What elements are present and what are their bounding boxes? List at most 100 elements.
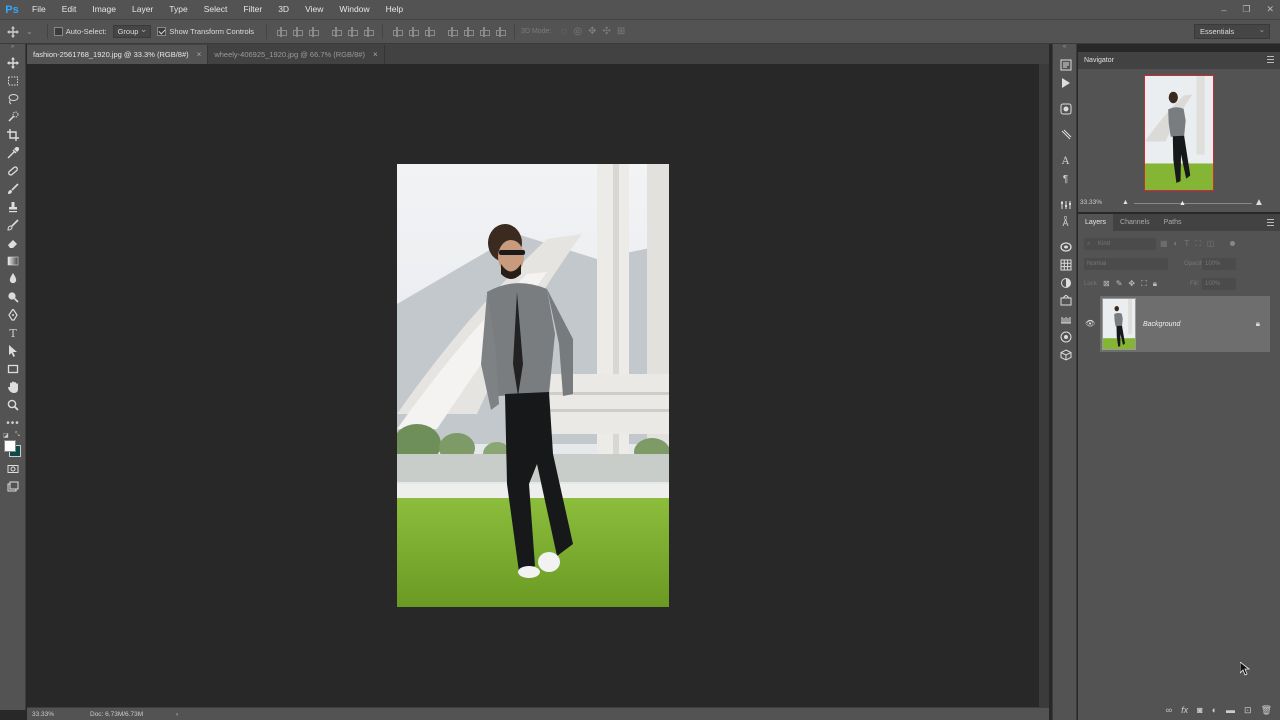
distribute-top-icon[interactable] xyxy=(392,26,404,37)
navigator-title[interactable]: Navigator xyxy=(1084,57,1114,64)
dock-collapse-icon[interactable]: « xyxy=(1053,44,1076,56)
menu-filter[interactable]: Filter xyxy=(235,0,270,19)
adjustments-panel-icon[interactable] xyxy=(1053,100,1078,118)
menu-window[interactable]: Window xyxy=(331,0,377,19)
blend-mode-dropdown[interactable]: Normal xyxy=(1084,258,1168,270)
tab-fashion[interactable]: fashion-2561768_1920.jpg @ 33.3% (RGB/8#… xyxy=(27,45,209,64)
character-styles-icon[interactable]: Aͦ xyxy=(1053,214,1078,232)
tab-wheely[interactable]: wheely-406925_1920.jpg @ 66.7% (RGB/8#) … xyxy=(208,45,385,64)
brush-tool-icon[interactable] xyxy=(0,180,26,198)
properties-panel-icon[interactable] xyxy=(1053,196,1078,214)
panel-menu-icon[interactable] xyxy=(1267,219,1274,226)
eraser-tool-icon[interactable] xyxy=(0,234,26,252)
distribute-hcenter-icon[interactable] xyxy=(463,26,475,37)
menu-3d[interactable]: 3D xyxy=(270,0,297,19)
menu-image[interactable]: Image xyxy=(84,0,124,19)
eyedropper-tool-icon[interactable] xyxy=(0,144,26,162)
close-icon[interactable]: × xyxy=(373,50,378,59)
paragraph-panel-icon[interactable]: ¶ xyxy=(1053,170,1078,188)
menu-edit[interactable]: Edit xyxy=(54,0,85,19)
move-tool-icon[interactable] xyxy=(0,54,26,72)
history-brush-tool-icon[interactable] xyxy=(0,216,26,234)
new-layer-icon[interactable]: ⊡ xyxy=(1244,705,1252,716)
move-tool-preset-icon[interactable] xyxy=(0,25,26,38)
dodge-tool-icon[interactable] xyxy=(0,288,26,306)
3d-panel-icon[interactable] xyxy=(1053,346,1078,364)
more-tools-icon[interactable]: ••• xyxy=(0,414,26,432)
align-right-icon[interactable] xyxy=(363,26,375,37)
workspace-dropdown[interactable]: Essentials ⌄ xyxy=(1194,24,1270,39)
tab-paths[interactable]: Paths xyxy=(1157,214,1189,231)
zoom-level[interactable]: 33.33% xyxy=(32,711,90,718)
tool-preset-chevron-icon[interactable]: ⌄ xyxy=(26,27,33,36)
brush-settings-icon[interactable] xyxy=(1053,126,1078,144)
swap-colors-icon[interactable]: ⤡ xyxy=(15,432,20,439)
layer-style-icon[interactable]: fx xyxy=(1181,705,1188,716)
glyphs-panel-icon[interactable] xyxy=(1053,328,1078,346)
show-transform-checkbox[interactable] xyxy=(157,27,167,36)
zoom-tool-icon[interactable] xyxy=(0,396,26,414)
timeline-panel-icon[interactable] xyxy=(1053,310,1078,328)
auto-select-checkbox[interactable] xyxy=(53,27,63,36)
filter-toggle[interactable] xyxy=(1230,241,1235,246)
zoom-slider[interactable] xyxy=(1134,203,1252,204)
lock-icon[interactable]: 🔒︎ xyxy=(1256,319,1260,329)
rectangle-tool-icon[interactable] xyxy=(0,360,26,378)
panel-collapse-icon[interactable]: » xyxy=(0,44,25,54)
distribute-left-icon[interactable] xyxy=(447,26,459,37)
lasso-tool-icon[interactable] xyxy=(0,90,26,108)
distribute-vcenter-icon[interactable] xyxy=(408,26,420,37)
zoom-out-icon[interactable]: ▲ xyxy=(1122,199,1129,206)
fill-field[interactable]: 100% xyxy=(1202,278,1236,290)
crop-tool-icon[interactable] xyxy=(0,126,26,144)
navigator-zoom[interactable]: 33.33% xyxy=(1080,199,1102,206)
delete-layer-icon[interactable]: 🗑︎ xyxy=(1261,705,1272,716)
align-bottom-icon[interactable] xyxy=(308,26,320,37)
history-panel-icon[interactable] xyxy=(1053,56,1078,74)
character-panel-icon[interactable]: A xyxy=(1053,152,1078,170)
vertical-scrollbar[interactable] xyxy=(1039,64,1049,707)
zoom-in-icon[interactable]: ▲ xyxy=(1254,197,1264,208)
align-top-icon[interactable] xyxy=(276,26,288,37)
menu-view[interactable]: View xyxy=(297,0,331,19)
libraries-panel-icon[interactable] xyxy=(1053,238,1078,256)
actions-play-icon[interactable] xyxy=(1053,74,1078,92)
auto-select-dropdown[interactable]: Group xyxy=(112,23,152,38)
align-hcenter-icon[interactable] xyxy=(347,26,359,37)
quick-mask-icon[interactable] xyxy=(0,460,26,478)
healing-brush-tool-icon[interactable] xyxy=(0,162,26,180)
align-vcenter-icon[interactable] xyxy=(292,26,304,37)
pen-tool-icon[interactable] xyxy=(0,306,26,324)
tab-channels[interactable]: Channels xyxy=(1113,214,1157,231)
close-icon[interactable]: × xyxy=(197,50,202,59)
opacity-field[interactable]: 100% xyxy=(1202,258,1236,270)
document-image[interactable] xyxy=(397,164,669,607)
align-left-icon[interactable] xyxy=(331,26,343,37)
foreground-color-swatch[interactable] xyxy=(4,440,16,452)
layer-filter-kind[interactable]: ⌕ Kind xyxy=(1084,238,1156,250)
navigator-preview[interactable] xyxy=(1144,75,1214,191)
visibility-eye-icon[interactable]: 👁︎ xyxy=(1085,319,1095,328)
layer-name[interactable]: Background xyxy=(1143,321,1180,328)
menu-layer[interactable]: Layer xyxy=(124,0,161,19)
layer-row-background[interactable]: Background 🔒︎ xyxy=(1100,296,1270,352)
hand-tool-icon[interactable] xyxy=(0,378,26,396)
adjustment-layer-icon[interactable]: ◐ xyxy=(1212,705,1217,716)
auto-align-icon[interactable] xyxy=(495,26,507,37)
type-tool-icon[interactable]: T xyxy=(0,324,26,342)
status-menu-arrow[interactable]: › xyxy=(176,711,178,718)
3d-mode-icons[interactable]: ◌◎✥✣⊞ xyxy=(561,26,631,37)
lock-icons[interactable]: ⊠✎✥⛶🔒︎ xyxy=(1103,278,1163,290)
distribute-right-icon[interactable] xyxy=(479,26,491,37)
zoom-slider-handle[interactable]: ▲ xyxy=(1179,200,1186,207)
screen-mode-icon[interactable] xyxy=(0,478,26,496)
link-layers-icon[interactable]: ∞ xyxy=(1166,705,1172,716)
quick-selection-tool-icon[interactable] xyxy=(0,108,26,126)
styles-panel-icon[interactable] xyxy=(1053,292,1078,310)
minimize-button[interactable]: – xyxy=(1221,5,1226,15)
new-group-icon[interactable]: ▬ xyxy=(1226,705,1235,716)
menu-file[interactable]: File xyxy=(24,0,54,19)
default-colors-icon[interactable]: ◪ xyxy=(3,432,9,439)
layer-filter-icons[interactable]: ▦◐T⛶◫ xyxy=(1160,239,1220,249)
marquee-tool-icon[interactable] xyxy=(0,72,26,90)
